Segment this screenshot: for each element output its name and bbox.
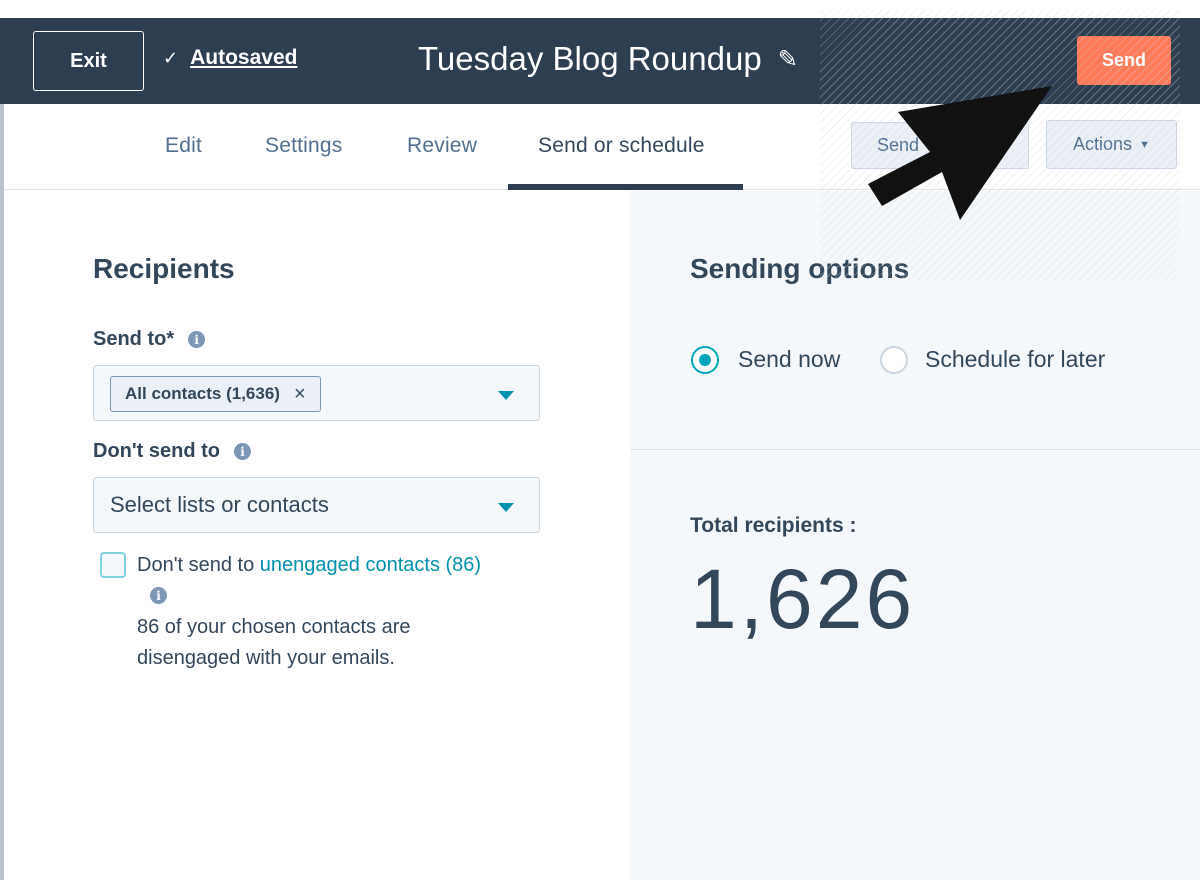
sending-options-title: Sending options: [690, 253, 910, 284]
total-recipients-label: Total recipients :: [690, 514, 857, 537]
send-test-button[interactable]: Send: [851, 122, 1029, 169]
unengaged-checkbox[interactable]: [100, 552, 126, 578]
dont-send-to-label: Don't send to i: [93, 440, 251, 463]
pencil-icon[interactable]: ✎: [778, 45, 798, 74]
info-icon[interactable]: i: [150, 587, 167, 604]
info-icon[interactable]: i: [233, 443, 251, 460]
unengaged-prefix: Don't send to: [137, 554, 260, 576]
recipients-panel: Recipients Send to* i All contacts (1,63…: [4, 191, 630, 880]
top-header-bar: Exit ✓ Autosaved Tuesday Blog Roundup ✎ …: [0, 18, 1200, 104]
unengaged-note: 86 of your chosen contacts are disengage…: [137, 612, 411, 674]
sending-options-panel: Sending options Send now Schedule for la…: [630, 191, 1200, 880]
tab-bar: Edit Settings Review Send or schedule Se…: [0, 104, 1200, 190]
send-button[interactable]: Send: [1077, 36, 1171, 85]
caret-down-icon[interactable]: [498, 503, 514, 512]
selected-list-tag: All contacts (1,636) ×: [110, 376, 321, 412]
document-title[interactable]: Tuesday Blog Roundup ✎: [418, 40, 798, 78]
unengaged-note-line1: 86 of your chosen contacts are: [137, 616, 411, 638]
tab-edit[interactable]: Edit: [165, 134, 202, 158]
schedule-later-label[interactable]: Schedule for later: [925, 346, 1105, 373]
tab-settings[interactable]: Settings: [265, 134, 342, 158]
active-tab-indicator: [508, 184, 743, 190]
actions-label: Actions: [1073, 134, 1133, 154]
schedule-later-radio[interactable]: [880, 346, 908, 374]
dont-send-to-select[interactable]: Select lists or contacts: [93, 477, 540, 533]
unengaged-contacts-link[interactable]: unengaged contacts (86): [260, 554, 481, 576]
recipients-title: Recipients: [93, 253, 235, 284]
document-title-text: Tuesday Blog Roundup: [418, 40, 762, 77]
actions-dropdown-button[interactable]: Actions ▼: [1046, 120, 1177, 169]
tab-send-or-schedule[interactable]: Send or schedule: [538, 134, 705, 158]
caret-down-icon[interactable]: [498, 391, 514, 400]
info-icon[interactable]: i: [188, 331, 206, 348]
send-now-radio[interactable]: [691, 346, 719, 374]
send-test-label: Send: [877, 135, 920, 155]
divider: [630, 449, 1200, 450]
total-recipients-value: 1,626: [690, 552, 916, 646]
check-icon: ✓: [163, 47, 179, 68]
autosave-status: ✓ Autosaved: [163, 46, 297, 70]
close-icon[interactable]: ×: [294, 383, 306, 406]
dont-send-to-label-text: Don't send to: [93, 440, 220, 462]
caret-down-icon: ▼: [1139, 138, 1150, 151]
tag-label: All contacts (1,636): [125, 384, 280, 403]
exit-button[interactable]: Exit: [33, 31, 144, 91]
tab-review[interactable]: Review: [407, 134, 477, 158]
send-to-label-text: Send to*: [93, 328, 175, 350]
autosave-link[interactable]: Autosaved: [190, 46, 297, 70]
send-to-label: Send to* i: [93, 328, 206, 351]
send-now-label[interactable]: Send now: [738, 346, 840, 373]
dont-send-placeholder: Select lists or contacts: [110, 492, 329, 517]
send-to-select[interactable]: All contacts (1,636) ×: [93, 365, 540, 421]
unengaged-checkbox-label: Don't send to unengaged contacts (86): [137, 554, 481, 577]
unengaged-note-line2: disengaged with your emails.: [137, 647, 395, 669]
